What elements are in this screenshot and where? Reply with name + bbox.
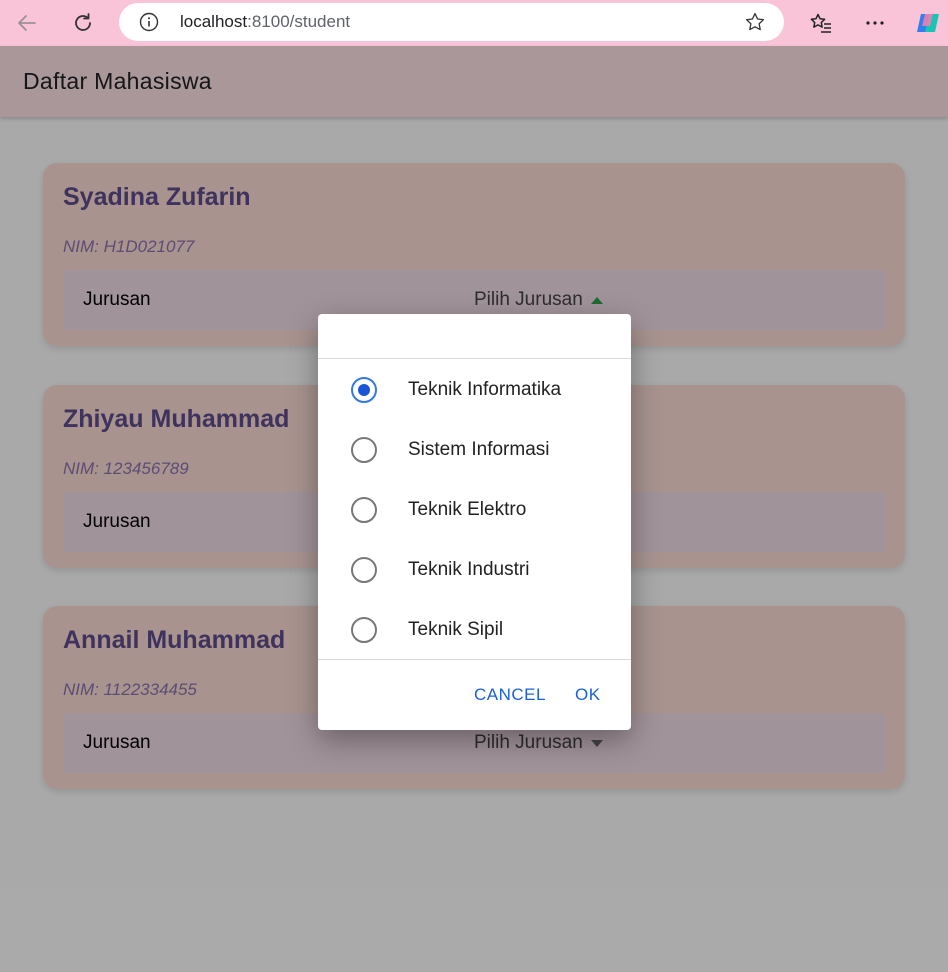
url-host: localhost	[180, 12, 248, 31]
browser-toolbar: localhost:8100/student	[0, 0, 948, 46]
back-button[interactable]	[11, 7, 43, 39]
radio-option[interactable]: Teknik Informatika	[318, 359, 631, 419]
radio-button[interactable]	[351, 617, 377, 643]
radio-option[interactable]: Sistem Informasi	[318, 419, 631, 479]
ok-button[interactable]: OK	[575, 685, 601, 705]
radio-button[interactable]	[351, 497, 377, 523]
option-label: Teknik Elektro	[408, 499, 527, 520]
favorites-button[interactable]	[805, 7, 837, 39]
refresh-icon	[75, 13, 91, 31]
back-arrow-icon	[18, 15, 36, 31]
option-label: Teknik Sipil	[408, 619, 504, 640]
option-label: Teknik Industri	[408, 559, 530, 580]
more-icon	[866, 21, 884, 25]
option-label: Sistem Informasi	[408, 439, 550, 460]
dialog-footer: CANCEL OK	[318, 659, 631, 730]
copilot-icon	[917, 14, 939, 32]
star-icon[interactable]	[744, 11, 766, 33]
info-icon[interactable]	[139, 12, 159, 32]
address-bar[interactable]: localhost:8100/student	[119, 3, 784, 41]
jurusan-dialog: Teknik Informatika Sistem Informasi Tekn…	[318, 314, 631, 730]
copilot-button[interactable]	[912, 7, 944, 39]
favorites-icon	[810, 13, 831, 33]
radio-button[interactable]	[351, 557, 377, 583]
cancel-button[interactable]: CANCEL	[474, 685, 546, 705]
radio-option[interactable]: Teknik Sipil	[318, 599, 631, 659]
dialog-header	[318, 314, 631, 359]
refresh-button[interactable]	[67, 7, 99, 39]
radio-button[interactable]	[351, 437, 377, 463]
more-button[interactable]	[859, 7, 891, 39]
radio-option[interactable]: Teknik Elektro	[318, 479, 631, 539]
url-path: :8100/student	[247, 12, 351, 31]
radio-button[interactable]	[351, 377, 377, 403]
url-text[interactable]: localhost:8100/student	[180, 12, 350, 32]
radio-option[interactable]: Teknik Industri	[318, 539, 631, 599]
option-label: Teknik Informatika	[408, 379, 562, 400]
